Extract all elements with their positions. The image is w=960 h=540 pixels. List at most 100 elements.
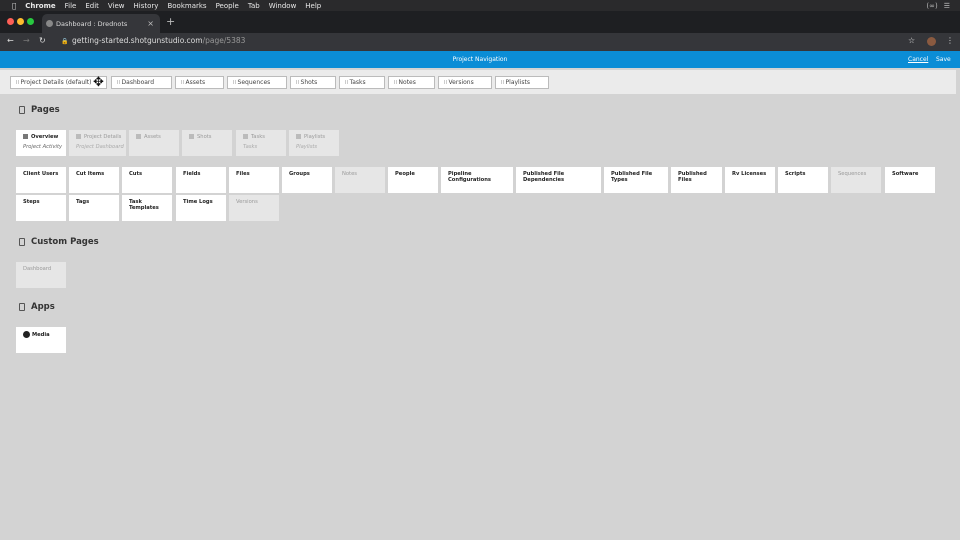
- close-tab-icon[interactable]: ×: [147, 19, 154, 28]
- favicon-icon: [46, 20, 53, 27]
- app-card[interactable]: Media: [16, 327, 66, 353]
- url-path: /page/5383: [202, 36, 246, 45]
- profile-avatar[interactable]: [927, 37, 936, 46]
- custom-page-card[interactable]: Dashboard: [16, 262, 66, 288]
- nav-tab-shots[interactable]: Shots: [290, 76, 336, 89]
- nav-tab-notes[interactable]: Notes: [388, 76, 435, 89]
- address-bar: ← → ↻ 🔒 getting-started.shotgunstudio.co…: [0, 33, 960, 51]
- menu-people[interactable]: People: [216, 2, 239, 10]
- menu-file[interactable]: File: [65, 2, 77, 10]
- card-title: Sequences: [838, 171, 867, 177]
- entity-card[interactable]: Steps: [16, 195, 66, 221]
- card-title: Shots: [197, 134, 212, 140]
- header-title: Project Navigation: [452, 56, 508, 63]
- card-title: Time Logs: [183, 199, 213, 205]
- card-subtitle: Project Activity: [23, 144, 63, 150]
- entity-card[interactable]: Sequences: [831, 167, 881, 193]
- more-menu-icon[interactable]: ⋮: [946, 36, 954, 45]
- navigation-tabs-row: Project Details (default) Dashboard Asse…: [0, 70, 956, 94]
- entity-card[interactable]: Time Logs: [176, 195, 226, 221]
- tab-title: Dashboard : Drednots: [56, 19, 128, 28]
- menu-tab[interactable]: Tab: [248, 2, 260, 10]
- browser-tab[interactable]: Dashboard : Drednots ×: [42, 14, 160, 33]
- control-strip-icon[interactable]: (∞): [926, 2, 937, 10]
- play-icon: [23, 331, 30, 338]
- url-input[interactable]: getting-started.shotgunstudio.com/page/5…: [72, 36, 245, 45]
- menu-help[interactable]: Help: [305, 2, 321, 10]
- card-title: Notes: [342, 171, 357, 177]
- entity-card[interactable]: Task Templates: [122, 195, 172, 221]
- card-title: Tasks: [251, 134, 265, 140]
- list-icon[interactable]: ☰: [944, 2, 950, 10]
- card-title: Dashboard: [23, 266, 52, 272]
- bookmark-star-icon[interactable]: ☆: [908, 36, 915, 45]
- card-title: Client Users: [23, 171, 59, 177]
- entity-card[interactable]: Files: [229, 167, 279, 193]
- cancel-button[interactable]: Cancel: [908, 56, 928, 63]
- nav-tab-assets[interactable]: Assets: [175, 76, 224, 89]
- page-card[interactable]: Overview Project Activity: [16, 130, 66, 156]
- card-title: Steps: [23, 199, 40, 205]
- nav-tab-tasks[interactable]: Tasks: [339, 76, 385, 89]
- menu-app[interactable]: Chrome: [25, 2, 55, 10]
- new-tab-button[interactable]: +: [166, 15, 175, 28]
- card-title: Cut Items: [76, 171, 105, 177]
- entity-card[interactable]: Rv Licenses: [725, 167, 775, 193]
- card-title: Versions: [236, 199, 258, 205]
- entity-card[interactable]: Groups: [282, 167, 332, 193]
- page-type-icon: [243, 134, 248, 139]
- menu-bookmarks[interactable]: Bookmarks: [167, 2, 206, 10]
- save-button[interactable]: Save: [936, 56, 951, 63]
- entity-card[interactable]: Client Users: [16, 167, 66, 193]
- nav-tab-sequences[interactable]: Sequences: [227, 76, 287, 89]
- lock-icon: 🔒: [61, 38, 69, 45]
- entity-card[interactable]: Fields: [176, 167, 226, 193]
- entity-card[interactable]: Published File Types: [604, 167, 668, 193]
- reload-icon[interactable]: ↻: [39, 36, 46, 45]
- entity-card[interactable]: Published File Dependencies: [516, 167, 601, 193]
- pages-heading: Pages: [19, 105, 60, 115]
- page-card[interactable]: Project Details Project Dashboard: [69, 130, 126, 156]
- entity-card[interactable]: Cuts: [122, 167, 172, 193]
- entity-card[interactable]: Cut Items: [69, 167, 119, 193]
- custom-pages-heading-text: Custom Pages: [31, 237, 99, 247]
- nav-tab-versions[interactable]: Versions: [438, 76, 492, 89]
- apple-icon[interactable]: : [12, 2, 16, 10]
- card-title: Rv Licenses: [732, 171, 767, 177]
- minimize-window-button[interactable]: [17, 18, 24, 25]
- tab-bar: Dashboard : Drednots × +: [0, 11, 960, 33]
- menu-window[interactable]: Window: [269, 2, 297, 10]
- menu-edit[interactable]: Edit: [85, 2, 99, 10]
- apps-heading-text: Apps: [31, 302, 55, 312]
- apps-heading: Apps: [19, 302, 55, 312]
- entity-card[interactable]: Published Files: [671, 167, 722, 193]
- nav-tab-playlists[interactable]: Playlists: [495, 76, 549, 89]
- entity-card[interactable]: People: [388, 167, 438, 193]
- entity-card[interactable]: Pipeline Configurations: [441, 167, 513, 193]
- back-icon[interactable]: ←: [7, 36, 14, 45]
- page-card[interactable]: Shots: [182, 130, 232, 156]
- entity-card[interactable]: Tags: [69, 195, 119, 221]
- project-navigation-header: Project Navigation Cancel Save: [0, 51, 960, 68]
- menu-view[interactable]: View: [108, 2, 125, 10]
- card-title: Published Files: [678, 171, 707, 183]
- page-card[interactable]: Assets: [129, 130, 179, 156]
- menu-history[interactable]: History: [134, 2, 159, 10]
- forward-icon[interactable]: →: [23, 36, 30, 45]
- page-card[interactable]: Playlists Playlists: [289, 130, 339, 156]
- page-card[interactable]: Tasks Tasks: [236, 130, 286, 156]
- entity-card[interactable]: Software: [885, 167, 935, 193]
- card-title: Project Details: [84, 134, 122, 140]
- entity-card[interactable]: Notes: [335, 167, 385, 193]
- page-type-icon: [76, 134, 81, 139]
- card-subtitle: Project Dashboard: [76, 144, 124, 150]
- card-title: Published File Dependencies: [523, 171, 565, 183]
- nav-tab-dashboard[interactable]: Dashboard: [111, 76, 172, 89]
- maximize-window-button[interactable]: [27, 18, 34, 25]
- page-type-icon: [136, 134, 141, 139]
- os-menubar:  Chrome File Edit View History Bookmark…: [0, 0, 960, 11]
- entity-card[interactable]: Scripts: [778, 167, 828, 193]
- custom-pages-heading: Custom Pages: [19, 237, 99, 247]
- close-window-button[interactable]: [7, 18, 14, 25]
- entity-card[interactable]: Versions: [229, 195, 279, 221]
